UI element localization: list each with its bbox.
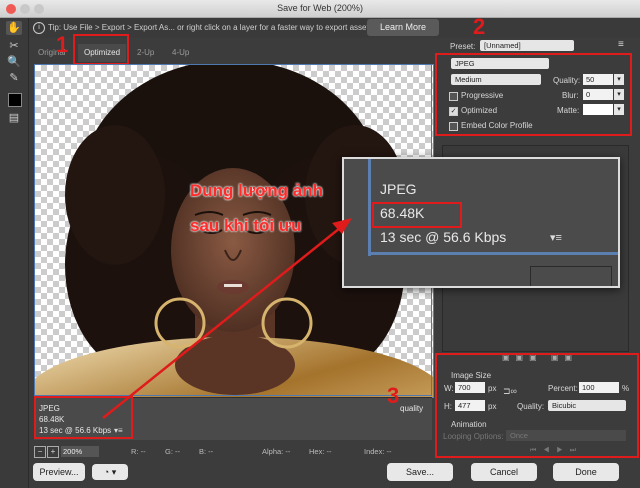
annotation-arrow <box>102 218 352 419</box>
browser-select-icon[interactable]: ◔ ▾ <box>92 464 128 480</box>
cancel-button[interactable]: Cancel <box>471 463 537 481</box>
save-button[interactable]: Save... <box>387 463 453 481</box>
done-button[interactable]: Done <box>553 463 619 481</box>
preview-button[interactable]: Preview... <box>33 463 85 481</box>
